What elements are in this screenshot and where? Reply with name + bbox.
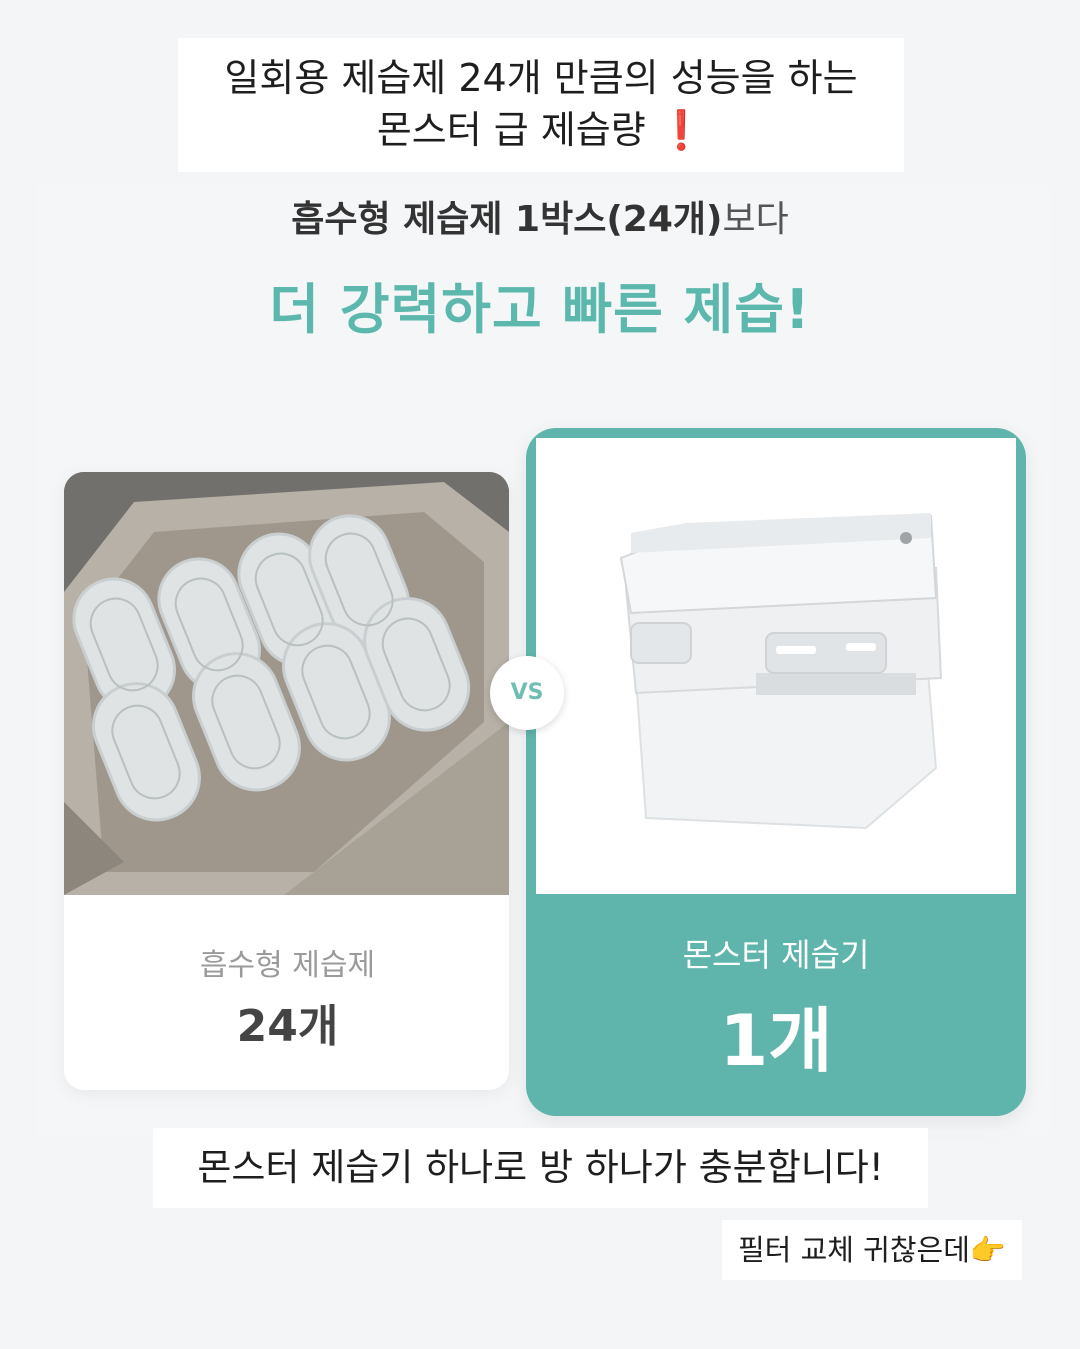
caption-top: 일회용 제습제 24개 만큼의 성능을 하는 몬스터 급 제습량 ❗	[178, 38, 904, 172]
ad-subtitle-light: 보다	[722, 199, 789, 240]
monster-dehumidifier-photo	[536, 438, 1016, 894]
caption-small-text: 필터 교체 귀찮은데	[738, 1233, 970, 1267]
caption-bottom: 몬스터 제습기 하나로 방 하나가 충분합니다!	[153, 1128, 928, 1208]
monster-dehumidifier-illustration	[536, 438, 1016, 894]
ad-headline: 더 강력하고 빠른 제습!	[269, 278, 811, 341]
right-product-count: 1개	[719, 1000, 833, 1082]
ad-subtitle-bold: 흡수형 제습제 1박스(24개)	[291, 199, 723, 240]
left-product-label: 흡수형 제습제	[199, 948, 376, 983]
exclamation-emoji: ❗	[657, 108, 706, 152]
dehumidifier-box-illustration	[64, 472, 509, 895]
caption-top-line2-text: 몬스터 급 제습량	[376, 108, 646, 152]
ad-subtitle: 흡수형 제습제 1박스(24개)보다	[0, 190, 1080, 242]
vs-badge: VS	[490, 656, 564, 730]
pointing-right-emoji: 👉	[969, 1233, 1006, 1267]
caption-top-line1: 일회용 제습제 24개 만큼의 성능을 하는	[224, 56, 858, 100]
right-product-label: 몬스터 제습기	[682, 936, 870, 974]
dehumidifier-box-photo	[64, 472, 509, 895]
caption-small: 필터 교체 귀찮은데👉	[722, 1220, 1022, 1280]
caption-top-line2: 몬스터 급 제습량 ❗	[178, 104, 904, 156]
left-product-count: 24개	[236, 1001, 339, 1052]
